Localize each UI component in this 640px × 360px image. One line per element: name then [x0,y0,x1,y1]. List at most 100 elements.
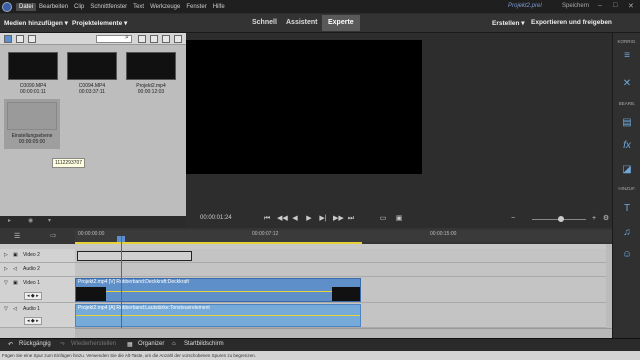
opacity-rubberband[interactable] [106,291,332,292]
snapshot-icon[interactable]: ▣ [395,215,403,223]
ruler-label: 00:00:00:00 [78,231,105,237]
home-screen-button[interactable]: Startbildschirm [184,341,224,347]
work-area-bar[interactable] [75,242,362,244]
track-name: Audio 1 [23,306,40,312]
adjustments-icon[interactable]: ≡ [621,50,633,62]
app-window: Datei Bearbeiten Clip Schnittfenster Tex… [0,0,640,360]
mode-quick[interactable]: Schnell [246,15,283,31]
settings-icon[interactable]: ⚙ [602,215,610,223]
menu-werkzeuge[interactable]: Werkzeuge [147,3,183,11]
track-lane[interactable] [75,263,612,277]
home-icon[interactable]: ⌂ [172,341,176,347]
volume-rubberband[interactable] [76,315,360,316]
empty-clip-outline[interactable] [77,251,192,261]
timeline-h-scrollbar[interactable] [75,328,612,338]
track-lane[interactable]: Projekt2.mp4 [A] Rubberband:Lautstärke:T… [75,303,612,328]
asset-clip[interactable]: Projekt2.mp4 00:00:12:03 [126,52,176,95]
close-icon[interactable]: ✕ [628,2,634,10]
step-back-icon[interactable]: ◀◀ [277,215,288,223]
delete-icon[interactable] [150,35,158,43]
status-bar: Fügen Sie eine Spur zum Einfügen hinzu. … [0,351,640,360]
new-item-icon[interactable] [138,35,146,43]
menu-fenster[interactable]: Fenster [183,3,209,11]
speaker-icon[interactable]: ◁ [13,266,17,272]
create-dropdown[interactable]: Erstellen ▾ [492,19,525,27]
menu-schnittfenster[interactable]: Schnittfenster [87,3,130,11]
list-view-icon[interactable] [16,35,24,43]
go-to-end-icon[interactable]: ⏭ [347,215,355,223]
zoom-in-icon[interactable]: + [590,215,598,223]
clip-duration: 00:03:37:11 [78,89,106,95]
project-assets-dropdown[interactable]: Projektelemente ▾ [72,19,127,27]
undo-icon[interactable]: ↶ [8,341,13,348]
search-icon[interactable]: ⌕ [125,34,129,42]
menu-hilfe[interactable]: Hilfe [210,3,228,11]
track-collapse-icon[interactable]: ▽ [4,306,8,312]
marker-icon[interactable]: ▾ [48,217,51,224]
track-collapse-icon[interactable]: ▽ [4,280,8,286]
grid-view-icon[interactable] [4,35,12,43]
effects-icon[interactable]: fx [621,140,633,152]
ruler-label: 00:00:07:12 [252,231,279,237]
titles-icon[interactable]: T [621,203,633,215]
redo-button[interactable]: Wiederherstellen [71,341,116,347]
asset-clip-selected[interactable]: Einstellungsebene 00:00:05:00 [4,99,60,149]
menu-bearbeiten[interactable]: Bearbeiten [36,3,71,11]
menu-text[interactable]: Text [130,3,147,11]
track-expand-icon[interactable]: ▷ [4,252,8,258]
tools-icon[interactable]: ✕ [621,78,633,90]
project-title: Projekt2.prel [508,3,542,9]
organizer-button[interactable]: Organizer [138,341,164,347]
app-logo-icon [2,1,12,12]
clip-duration: 00:00:05:00 [18,139,46,145]
minimize-icon[interactable]: – [598,2,602,9]
filter-icon[interactable] [28,35,36,43]
step-forward-icon[interactable]: ▶▶ [333,215,344,223]
zoom-out-icon[interactable]: − [509,215,517,223]
timeline-ruler[interactable]: 00:00:00:00 00:00:07:12 00:00:15:00 [75,230,612,242]
playhead-line[interactable] [121,236,122,328]
speaker-icon[interactable]: ◁ [13,306,17,312]
track-lane[interactable]: Projekt2.mp4 [V] Rubberband:Deckkraft:De… [75,277,612,303]
view-icon[interactable]: ▸ [8,217,11,224]
applied-effects-icon[interactable]: ▤ [621,117,633,129]
music-icon[interactable]: ♫ [621,227,633,239]
organizer-icon[interactable]: ▦ [127,341,133,348]
fit-screen-icon[interactable]: ▭ [379,215,387,223]
track-toggle-icon[interactable]: ▣ [13,280,18,286]
add-media-dropdown[interactable]: Medien hinzufügen ▾ [4,19,68,27]
track-options-icon[interactable]: ☰ [14,232,20,240]
add-track-icon[interactable]: ⇨ [50,231,57,240]
zoom-slider-knob[interactable] [558,216,564,222]
undo-button[interactable]: Rückgängig [19,341,51,347]
track-name: Video 1 [23,280,40,286]
menu-datei[interactable]: Datei [16,2,37,11]
audio-meter-icon[interactable]: ◉ [28,217,33,224]
graphics-icon[interactable]: ☺ [621,249,633,261]
folder-icon[interactable] [162,35,170,43]
maximize-icon[interactable]: □ [613,2,617,9]
transitions-icon[interactable]: ◪ [621,164,633,176]
play-icon[interactable]: ▶ [305,215,313,223]
track-expand-icon[interactable]: ▷ [4,266,8,272]
menu-clip[interactable]: Clip [71,3,87,11]
video-clip[interactable]: Projekt2.mp4 [V] Rubberband:Deckkraft:De… [75,278,361,302]
mode-expert[interactable]: Experte [322,15,360,31]
track-lane[interactable] [75,249,612,263]
frame-back-icon[interactable]: ◀ [291,215,299,223]
keyframe-controls[interactable]: ◂ ◆ ▸ [24,292,42,300]
mode-guided[interactable]: Assistent [280,15,324,31]
asset-clip[interactable]: C0090.MP4 00:00:01:11 [8,52,58,95]
save-button[interactable]: Speichern [562,3,589,9]
audio-clip[interactable]: Projekt2.mp4 [A] Rubberband:Lautstärke:T… [75,304,361,327]
asset-clip[interactable]: C0094.MP4 00:03:37:11 [67,52,117,95]
frame-forward-icon[interactable]: ▶| [319,215,327,223]
timeline-scrollbar[interactable] [606,244,612,328]
export-share-button[interactable]: Exportieren und freigeben [531,19,612,26]
redo-icon[interactable]: ↷ [60,341,65,348]
track-toggle-icon[interactable]: ▣ [13,252,18,258]
tag-icon[interactable] [174,35,182,43]
keyframe-controls[interactable]: ◂ ◆ ▸ [24,317,42,325]
go-to-start-icon[interactable]: ⏮ [263,215,271,223]
track-header: ▽ ▣ Video 1 ◂ ◆ ▸ [0,277,75,303]
